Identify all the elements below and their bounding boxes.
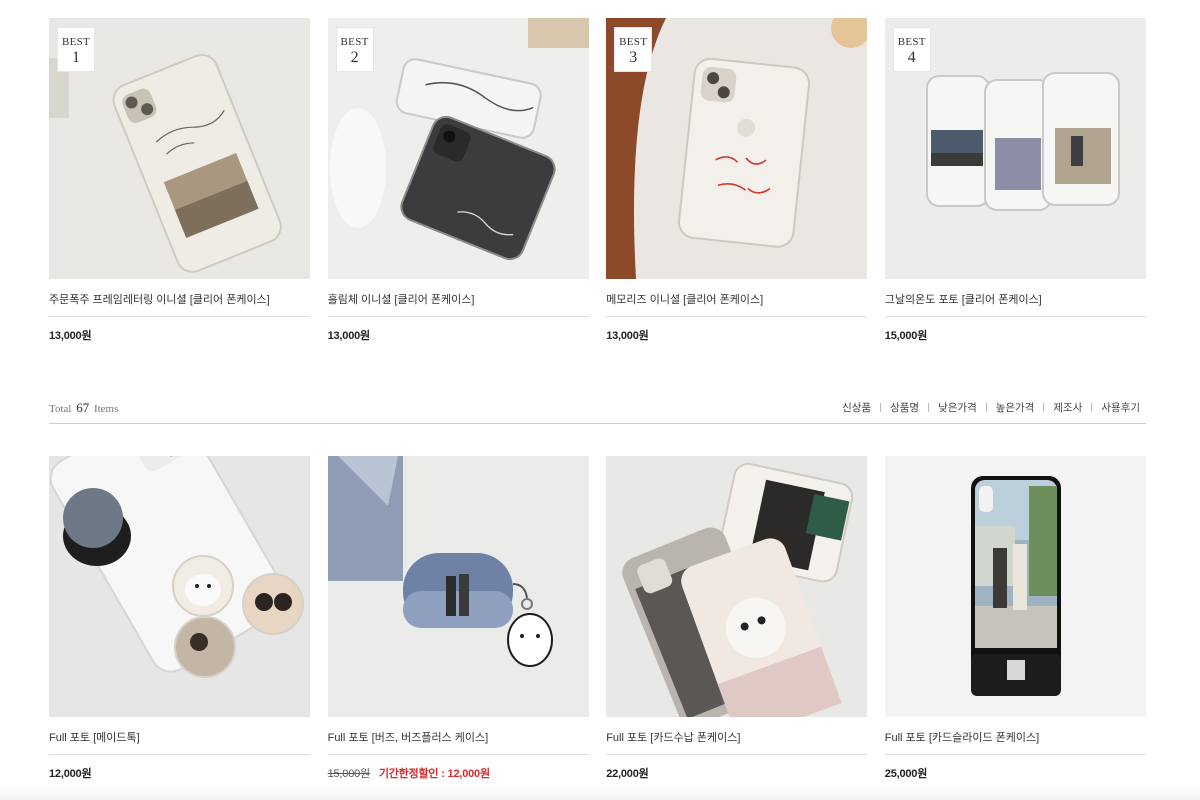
product-card-1[interactable]: Full 포토 [메이드톡] 12,000원 <box>49 456 310 781</box>
product-name[interactable]: Full 포토 [카드슬라이드 폰케이스] <box>884 717 1146 755</box>
product-image[interactable]: BEST 3 <box>606 18 868 279</box>
product-image[interactable] <box>606 456 868 717</box>
sort-divider <box>985 403 987 412</box>
card-pocket-case-image <box>606 456 868 717</box>
best-rank-badge: BEST 1 <box>57 27 95 72</box>
original-price: 15,000원 <box>327 768 371 780</box>
best-rank-number: 4 <box>907 49 916 66</box>
product-price: 13,000원 <box>327 330 371 342</box>
product-price: 22,000원 <box>606 768 649 780</box>
product-price: 13,000원 <box>606 330 649 342</box>
best-label: BEST <box>61 36 91 48</box>
product-image[interactable]: BEST 1 <box>49 18 310 279</box>
sort-high-price[interactable]: 높은가격 <box>996 400 1035 415</box>
product-card-2[interactable]: Full 포토 [버즈, 버즈플러스 케이스] 15,000원 기간한정할인 :… <box>327 456 589 781</box>
photo-griptok-image <box>49 456 310 717</box>
best-label: BEST <box>340 36 369 48</box>
sort-divider <box>1043 403 1045 412</box>
product-name[interactable]: 메모리즈 이니셜 [클리어 폰케이스] <box>606 279 868 317</box>
sort-divider <box>928 403 930 412</box>
best-rank-badge: BEST 2 <box>335 27 374 72</box>
sort-manufacturer[interactable]: 제조사 <box>1053 400 1082 415</box>
best-product-card-3[interactable]: BEST 3 메모리즈 이니셜 [클리어 폰케이스] 13,000원 <box>606 18 868 343</box>
total-items-count: Total 67 Items <box>49 400 118 416</box>
sort-low-price[interactable]: 낮은가격 <box>938 400 977 415</box>
card-slide-case-image <box>884 456 1146 717</box>
best-label: BEST <box>897 36 926 48</box>
best-rank-number: 1 <box>72 49 80 66</box>
product-name[interactable]: 그날의온도 포토 [클리어 폰케이스] <box>884 279 1146 317</box>
sort-divider <box>1091 403 1093 412</box>
product-price: 15,000원 기간한정할인 : 12,000원 <box>328 755 589 781</box>
product-list-grid: Full 포토 [메이드톡] 12,000원 Full 포토 [버즈, 버즈플러… <box>49 456 1146 781</box>
product-name[interactable]: 흘림체 이니셜 [클리어 폰케이스] <box>327 279 589 317</box>
product-list-toolbar: Total 67 Items 신상품 상품명 낮은가격 높은가격 제조사 사용후… <box>49 396 1146 424</box>
product-price: 25,000원 <box>884 768 928 780</box>
product-image[interactable]: BEST 4 <box>884 18 1146 279</box>
page-bottom-fade <box>0 786 1200 800</box>
best-product-card-1[interactable]: BEST 1 주문폭주 프레임레터링 이니셜 [클리어 폰케이스] 13,000… <box>49 18 310 343</box>
sort-options: 신상품 상품명 낮은가격 높은가격 제조사 사용후기 <box>842 400 1140 415</box>
total-suffix: Items <box>93 403 119 415</box>
best-rank-badge: BEST 3 <box>614 27 653 72</box>
product-name[interactable]: Full 포토 [메이드톡] <box>49 717 310 755</box>
product-image[interactable] <box>884 456 1146 717</box>
best-products-grid: BEST 1 주문폭주 프레임레터링 이니셜 [클리어 폰케이스] 13,000… <box>49 18 1146 343</box>
product-card-4[interactable]: Full 포토 [카드슬라이드 폰케이스] 25,000원 <box>884 456 1146 781</box>
best-rank-badge: BEST 4 <box>892 27 931 72</box>
product-price: 13,000원 <box>49 330 92 342</box>
product-name[interactable]: 주문폭주 프레임레터링 이니셜 [클리어 폰케이스] <box>49 279 310 317</box>
sale-price: 기간한정할인 : 12,000원 <box>378 768 490 780</box>
best-rank-number: 3 <box>629 49 638 66</box>
best-product-card-2[interactable]: BEST 2 흘림체 이니셜 [클리어 폰케이스] 13,000원 <box>327 18 589 343</box>
product-price: 15,000원 <box>884 330 928 342</box>
sort-divider <box>880 403 882 412</box>
sort-newest[interactable]: 신상품 <box>842 400 871 415</box>
total-prefix: Total <box>49 403 72 415</box>
product-image[interactable]: BEST 2 <box>327 18 589 279</box>
best-product-card-4[interactable]: BEST 4 그날의온도 포토 [클리어 폰케이스] 15,000원 <box>884 18 1146 343</box>
product-name[interactable]: Full 포토 [카드수납 폰케이스] <box>606 717 868 755</box>
best-rank-number: 2 <box>350 49 359 66</box>
sort-name[interactable]: 상품명 <box>890 400 919 415</box>
total-count: 67 <box>76 400 90 415</box>
product-name[interactable]: Full 포토 [버즈, 버즈플러스 케이스] <box>327 717 589 755</box>
product-card-3[interactable]: Full 포토 [카드수납 폰케이스] 22,000원 <box>606 456 868 781</box>
product-image[interactable] <box>49 456 310 717</box>
sort-reviews[interactable]: 사용후기 <box>1101 400 1140 415</box>
best-label: BEST <box>619 36 648 48</box>
product-price: 12,000원 <box>49 768 92 780</box>
product-image[interactable] <box>327 456 589 717</box>
buds-case-image <box>327 456 589 717</box>
